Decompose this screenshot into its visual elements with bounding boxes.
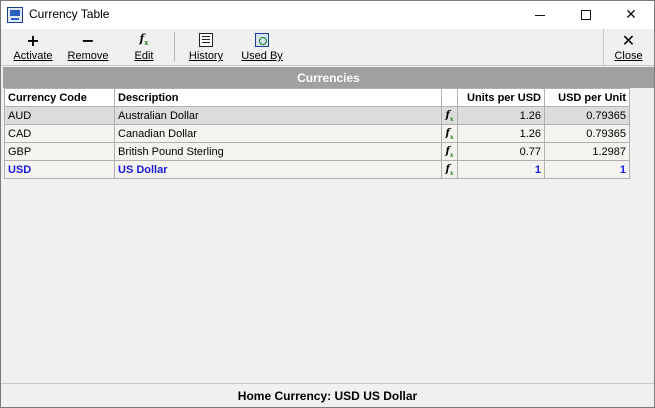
fx-icon: fx [139,32,149,48]
cell-units-per-usd[interactable]: 1 [457,160,545,179]
table-row[interactable]: AUD Australian Dollar fx 1.26 0.79365 [4,106,630,125]
minimize-icon [535,14,545,16]
cell-code[interactable]: CAD [4,124,115,143]
minus-icon: − [81,30,95,50]
plus-icon: + [26,30,40,50]
grid-title: Currencies [3,67,654,88]
header-row: Currency Code Description Units per USD … [4,88,630,107]
title-bar[interactable]: Currency Table ✕ [1,1,654,29]
cell-description[interactable]: British Pound Sterling [114,142,442,161]
fx-icon: fx [445,127,454,141]
history-icon [199,33,213,47]
close-label: Close [614,50,643,62]
window-title: Currency Table [29,7,110,21]
cell-description[interactable]: Canadian Dollar [114,124,442,143]
fx-icon: fx [445,163,454,177]
cell-units-per-usd[interactable]: 1.26 [457,124,545,143]
cell-units-per-usd[interactable]: 0.77 [457,142,545,161]
maximize-icon [581,10,591,20]
currency-table-window: Currency Table ✕ + Activate − Remove fx … [0,0,655,408]
cell-description[interactable]: Australian Dollar [114,106,442,125]
fx-icon: fx [445,145,454,159]
window-close-icon: ✕ [625,7,637,23]
minimize-button[interactable] [517,1,563,29]
cell-usd-per-unit[interactable]: 0.79365 [544,124,630,143]
formula-button[interactable]: fx [441,106,458,125]
used-by-label: Used By [241,50,283,62]
column-header-description[interactable]: Description [114,88,442,107]
table-row[interactable]: CAD Canadian Dollar fx 1.26 0.79365 [4,124,630,143]
used-by-icon [255,33,269,47]
cell-units-per-usd[interactable]: 1.26 [457,106,545,125]
activate-button[interactable]: + Activate [9,29,57,65]
formula-button[interactable]: fx [441,142,458,161]
activate-label: Activate [13,50,53,62]
table-row[interactable]: GBP British Pound Sterling fx 0.77 1.298… [4,142,630,161]
home-currency-code: USD [334,388,360,403]
column-header-formula [441,88,458,107]
home-currency-label: Home Currency: [237,388,332,403]
toolbar: + Activate − Remove fx Edit History Used… [1,29,654,66]
currency-table: Currency Code Description Units per USD … [4,88,630,179]
currency-window-icon [7,7,23,23]
window-close-button[interactable]: ✕ [608,1,654,29]
close-icon: ✕ [621,30,636,50]
column-header-units-per-usd[interactable]: Units per USD [457,88,545,107]
table-row[interactable]: USD US Dollar fx 1 1 [4,160,630,179]
home-currency-name: US Dollar [363,388,418,403]
edit-button[interactable]: fx Edit [125,29,163,65]
formula-button[interactable]: fx [441,160,458,179]
close-button[interactable]: ✕ Close [603,29,653,65]
cell-code[interactable]: AUD [4,106,115,125]
cell-usd-per-unit[interactable]: 1.2987 [544,142,630,161]
history-button[interactable]: History [184,29,228,65]
used-by-button[interactable]: Used By [237,29,287,65]
status-bar: Home Currency: USD US Dollar [1,383,654,407]
toolbar-separator [174,32,175,62]
column-header-code[interactable]: Currency Code [4,88,115,107]
cell-code[interactable]: GBP [4,142,115,161]
edit-label: Edit [134,50,154,62]
column-header-usd-per-unit[interactable]: USD per Unit [544,88,630,107]
fx-icon: fx [445,109,454,123]
cell-code[interactable]: USD [4,160,115,179]
cell-description[interactable]: US Dollar [114,160,442,179]
maximize-button[interactable] [563,1,609,29]
cell-usd-per-unit[interactable]: 0.79365 [544,106,630,125]
history-label: History [188,50,224,62]
formula-button[interactable]: fx [441,124,458,143]
currency-grid: Currencies Currency Code Description Uni… [2,67,654,381]
remove-label: Remove [67,50,109,62]
cell-usd-per-unit[interactable]: 1 [544,160,630,179]
remove-button[interactable]: − Remove [65,29,111,65]
